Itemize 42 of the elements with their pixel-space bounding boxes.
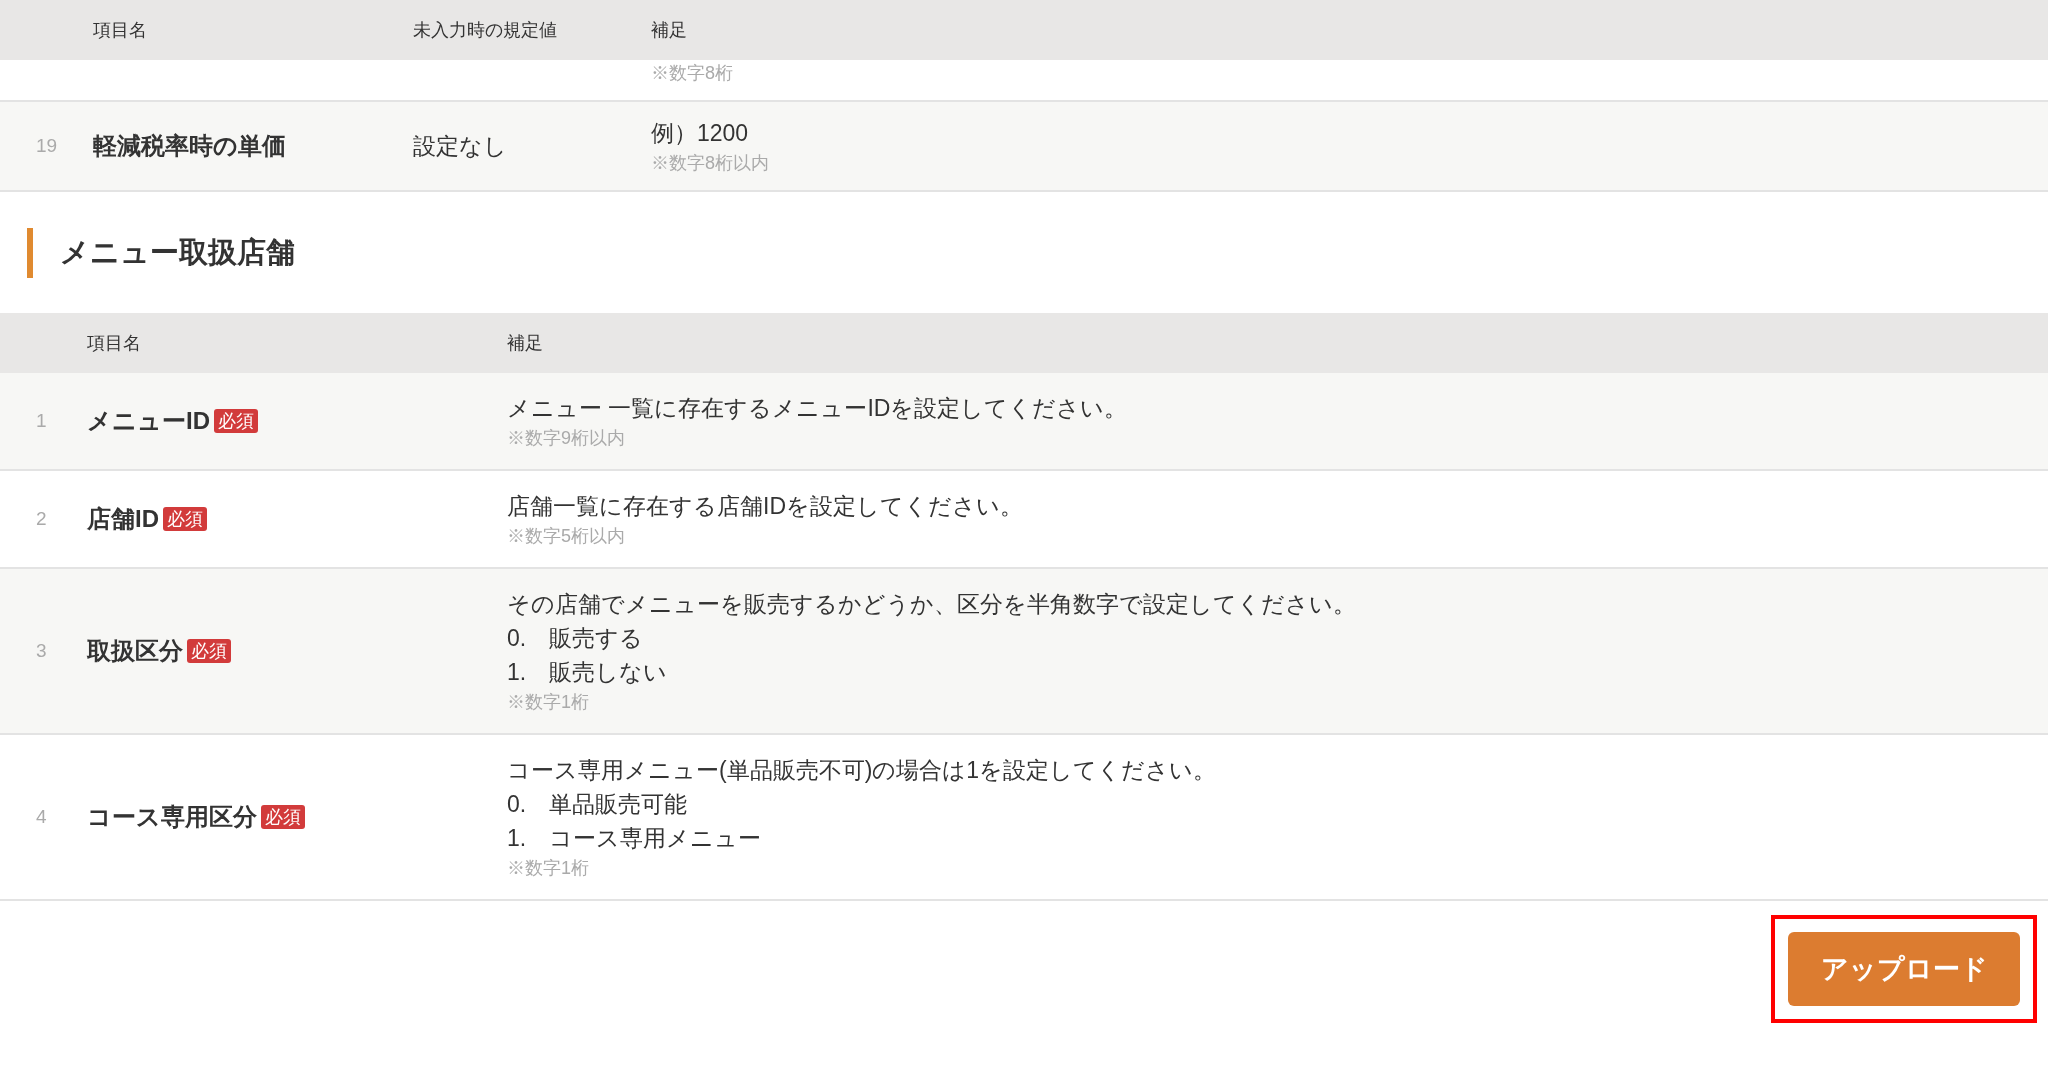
field-name: 取扱区分 bbox=[87, 636, 183, 666]
required-badge: 必須 bbox=[163, 507, 207, 531]
field-name: コース専用区分 bbox=[87, 802, 257, 832]
description-text: その店舗でメニューを販売するかどうか、区分を半角数字で設定してください。 bbox=[507, 590, 1356, 619]
section-title: メニュー取扱店舗 bbox=[60, 234, 295, 270]
row-number: 4 bbox=[35, 804, 48, 829]
note-text: ※数字1桁 bbox=[507, 691, 590, 714]
option-number: 0. bbox=[507, 790, 528, 819]
option-label: 単品販売可能 bbox=[549, 790, 687, 819]
description-text: 店舗一覧に存在する店舗IDを設定してください。 bbox=[507, 492, 1023, 521]
upload-button[interactable]: アップロード bbox=[1788, 932, 2020, 1006]
note-text: ※数字9桁以内 bbox=[507, 427, 626, 450]
row-number: 19 bbox=[35, 133, 59, 158]
row-number: 2 bbox=[35, 506, 48, 531]
column-header: 項目名 bbox=[87, 331, 142, 355]
field-name: 店舗ID bbox=[87, 504, 159, 534]
description-text: 例）1200 bbox=[651, 119, 750, 148]
required-badge: 必須 bbox=[214, 409, 258, 433]
default-value: 設定なし bbox=[413, 131, 508, 161]
note-text: ※数字8桁 bbox=[651, 62, 733, 85]
column-header: 項目名 bbox=[93, 18, 148, 42]
option-number: 0. bbox=[507, 624, 528, 653]
note-text: ※数字5桁以内 bbox=[507, 525, 626, 548]
section-accent-bar bbox=[27, 227, 33, 278]
note-text: ※数字8桁以内 bbox=[651, 152, 769, 175]
description-text: メニュー 一覧に存在するメニューIDを設定してください。 bbox=[507, 394, 1128, 423]
column-header: 未入力時の規定値 bbox=[413, 18, 558, 42]
field-name: メニューID bbox=[87, 406, 210, 436]
option-number: 1. bbox=[507, 824, 528, 853]
column-header: 補足 bbox=[651, 18, 687, 42]
option-label: 販売しない bbox=[549, 658, 667, 687]
required-badge: 必須 bbox=[187, 639, 231, 663]
description-text: コース専用メニュー(単品販売不可)の場合は1を設定してください。 bbox=[507, 756, 1217, 785]
row-number: 1 bbox=[35, 408, 48, 433]
field-name: 軽減税率時の単価 bbox=[93, 131, 287, 161]
option-number: 1. bbox=[507, 658, 528, 687]
row-number: 3 bbox=[35, 638, 48, 663]
option-label: コース専用メニュー bbox=[549, 824, 761, 853]
required-badge: 必須 bbox=[261, 805, 305, 829]
note-text: ※数字1桁 bbox=[507, 857, 590, 880]
column-header: 補足 bbox=[507, 331, 543, 355]
option-label: 販売する bbox=[549, 624, 643, 653]
